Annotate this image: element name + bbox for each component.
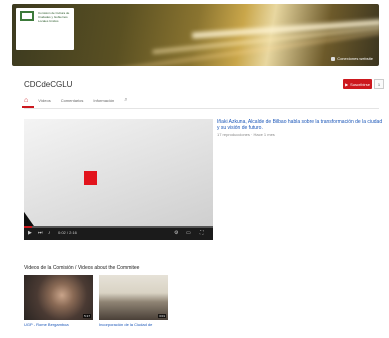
video-duration: 5:17 — [83, 314, 91, 318]
featured-video-title[interactable]: Iñaki Azkuna, Alcalde de Bilbao habla so… — [217, 119, 385, 131]
video-duration: 3:01 — [158, 314, 166, 318]
home-icon: ⌂ — [24, 96, 29, 104]
link-icon — [331, 56, 336, 61]
progress-fill — [24, 226, 32, 228]
subscribe-icon: ▶ — [345, 81, 349, 87]
banner-links[interactable]: Conexiones website — [331, 56, 373, 61]
logo-text: Comisión de Cultura de Ciudades y Gobier… — [38, 11, 70, 23]
tab-home[interactable]: ⌂ — [22, 96, 34, 108]
tab-about[interactable]: Información — [93, 98, 114, 103]
video-red-square — [84, 171, 97, 185]
featured-video-info: Iñaki Azkuna, Alcalde de Bilbao habla so… — [217, 119, 385, 137]
video-title[interactable]: Incorporación de la Ciudad de — [99, 322, 152, 327]
theater-icon[interactable]: ▭ — [186, 230, 191, 236]
channel-name[interactable]: CDCdeCGLU — [24, 80, 72, 89]
time-display: 0:02 / 2:16 — [58, 230, 77, 235]
video-title[interactable]: UGP - Rome Bergamboa — [24, 322, 69, 327]
subscribe-label: Suscribirse — [350, 81, 370, 87]
video-frame[interactable] — [24, 119, 213, 226]
next-icon[interactable]: ⏭ — [38, 230, 43, 236]
banner-link-label[interactable]: Conexiones website — [337, 56, 373, 61]
divider — [24, 108, 379, 109]
play-icon[interactable]: ▶ — [28, 230, 32, 236]
subscriber-count: 1 — [374, 79, 384, 89]
video-player[interactable]: ▶ ⏭ ♪ 0:02 / 2:16 ⚙ ▭ ⛶ — [24, 119, 213, 240]
progress-bar[interactable] — [24, 226, 213, 228]
video-thumbnail[interactable]: 5:17 — [24, 275, 93, 320]
settings-icon[interactable]: ⚙ — [174, 230, 178, 236]
section-title[interactable]: Videos de la Comisión / Videos about the… — [24, 265, 139, 271]
tab-comments[interactable]: Comentarios — [61, 98, 84, 103]
tab-videos[interactable]: Vídeos — [38, 98, 50, 103]
featured-video-meta: 17 reproducciones · Hace 1 mes — [217, 132, 275, 137]
search-icon[interactable]: ⌕ — [124, 97, 127, 104]
channel-banner: Comisión de Cultura de Ciudades y Gobier… — [12, 4, 379, 66]
volume-icon[interactable]: ♪ — [48, 230, 51, 236]
channel-logo[interactable]: Comisión de Cultura de Ciudades y Gobier… — [16, 8, 74, 50]
player-controls: ▶ ⏭ ♪ 0:02 / 2:16 ⚙ ▭ ⛶ — [24, 226, 213, 240]
fullscreen-icon[interactable]: ⛶ — [200, 230, 204, 236]
channel-tabs: ⌂ Vídeos Comentarios Información ⌕ — [22, 95, 128, 108]
logo-mark-icon — [20, 11, 34, 21]
video-thumbnail[interactable]: 3:01 — [99, 275, 168, 320]
subscribe-button[interactable]: ▶ Suscribirse — [343, 79, 372, 89]
